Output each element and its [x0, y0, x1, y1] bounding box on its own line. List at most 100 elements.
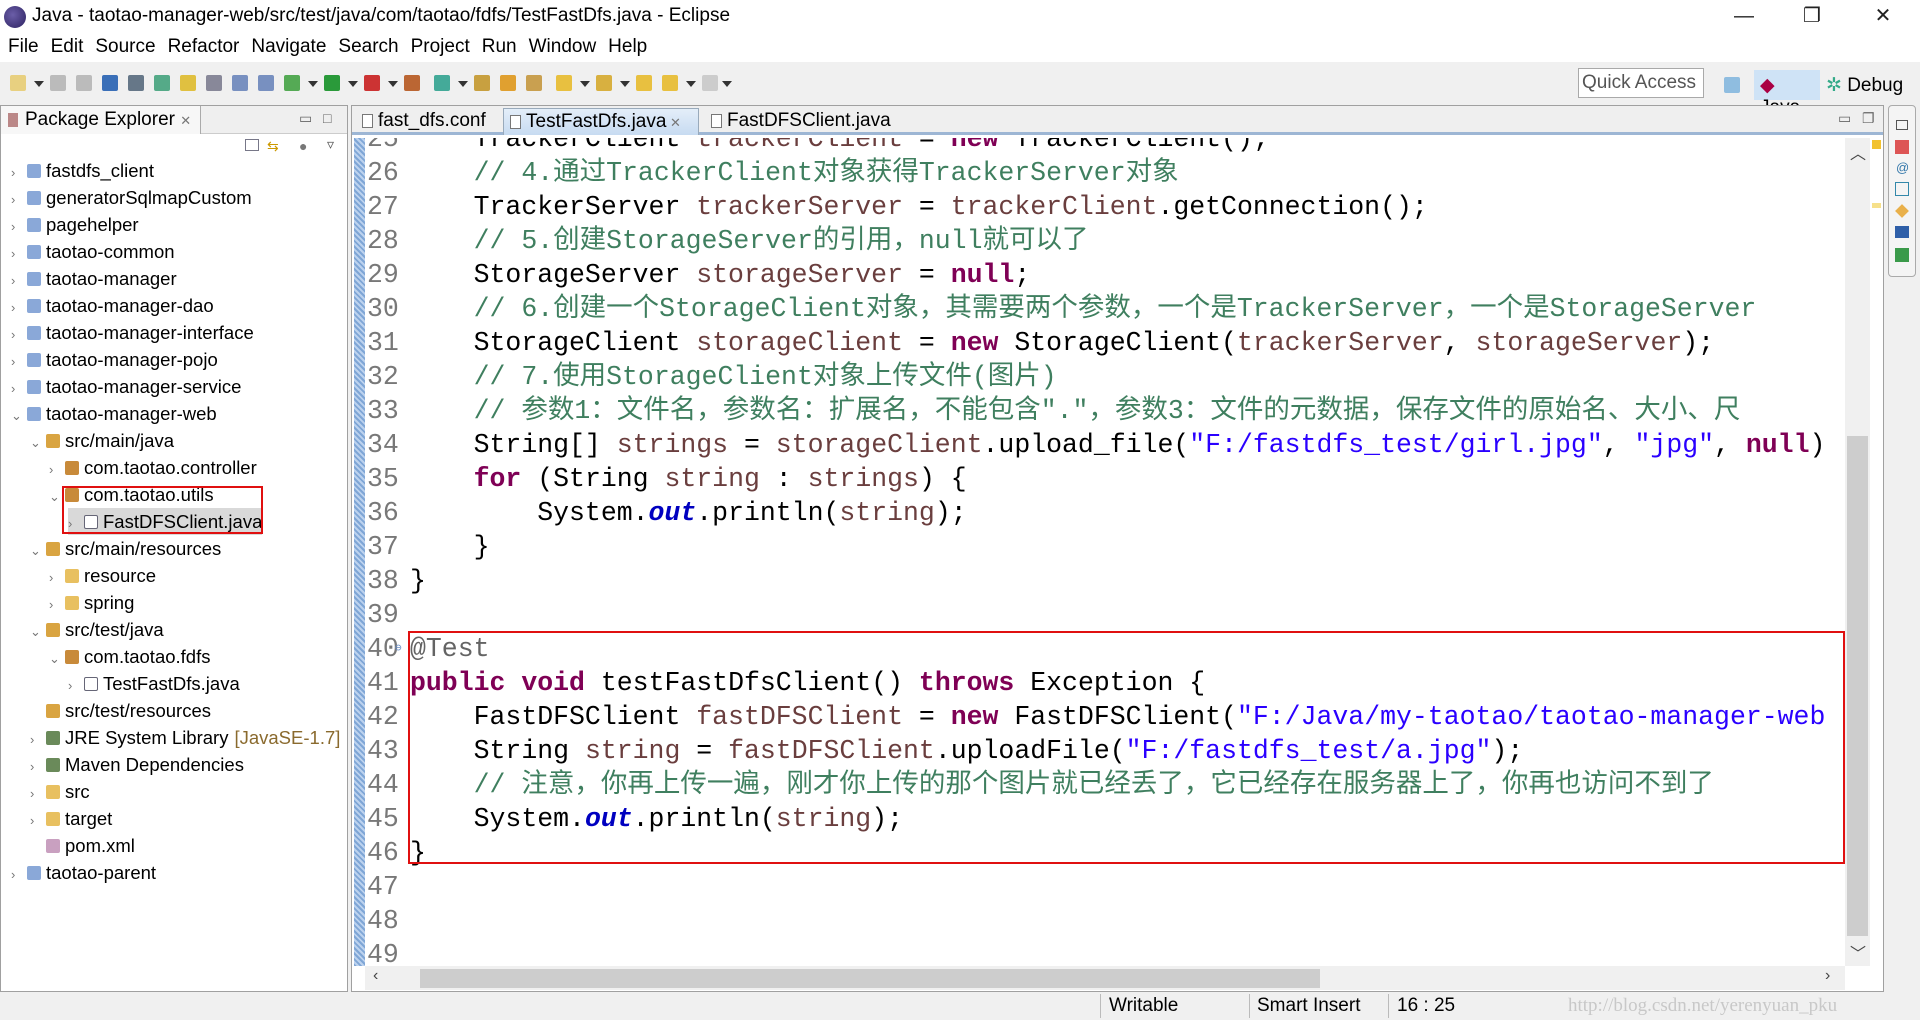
restore-button[interactable]: ❐ [1782, 0, 1842, 34]
search-view-icon[interactable] [1895, 204, 1909, 218]
open-file-icon[interactable] [500, 75, 516, 91]
open-perspective-icon[interactable] [1724, 77, 1740, 93]
tree-item[interactable]: › com.taotao.controller [49, 454, 257, 481]
overview-occurrence-marker[interactable] [1872, 203, 1881, 208]
chevron-right-icon[interactable]: › [49, 591, 65, 618]
dropdown-arrow-icon[interactable] [348, 81, 358, 87]
menu-navigate[interactable]: Navigate [245, 34, 332, 62]
minimize-editor-icon[interactable]: ▭ [1838, 110, 1851, 127]
tree-item[interactable]: › spring [49, 589, 134, 616]
fold-collapse-icon[interactable]: ⊖ [395, 632, 402, 666]
close-button[interactable]: ✕ [1853, 0, 1913, 34]
tree-item[interactable]: › JRE System Library [JavaSE-1.7] [30, 724, 340, 751]
dropdown-arrow-icon[interactable] [620, 81, 630, 87]
chevron-right-icon[interactable]: › [11, 321, 27, 348]
tree-item[interactable]: › src [30, 778, 90, 805]
open-type-icon[interactable] [154, 75, 170, 91]
task-icon[interactable] [232, 75, 248, 91]
code-line[interactable]: System.out.println(string); [410, 496, 966, 530]
javadoc-icon[interactable]: @ [1896, 160, 1909, 175]
dropdown-arrow-icon[interactable] [686, 81, 696, 87]
debug-perspective-button[interactable]: ✲ Debug [1826, 70, 1903, 97]
link-with-editor-icon[interactable]: ⇆ [267, 138, 279, 155]
chevron-right-icon[interactable]: › [11, 861, 27, 888]
pen-icon[interactable] [180, 75, 196, 91]
menu-run[interactable]: Run [476, 34, 523, 62]
chevron-right-icon[interactable]: › [11, 348, 27, 375]
dropdown-arrow-icon[interactable] [34, 81, 44, 87]
tree-item[interactable]: › TestFastDfs.java [68, 670, 240, 697]
tree-item[interactable]: › taotao-manager [11, 265, 177, 292]
tab-testfastdfs-java[interactable]: TestFastDfs.java ✕ [503, 108, 699, 135]
tree-item[interactable]: › Maven Dependencies [30, 751, 244, 778]
tree-item[interactable]: › generatorSqlmapCustom [11, 184, 252, 211]
chevron-right-icon[interactable]: › [11, 294, 27, 321]
overview-warning-marker[interactable] [1872, 140, 1881, 149]
chevron-down-icon[interactable]: ⌄ [30, 618, 46, 645]
save-icon[interactable] [50, 75, 66, 91]
last-edit-icon[interactable] [636, 75, 652, 91]
prev-annotation-icon[interactable] [596, 75, 612, 91]
horizontal-scrollbar[interactable]: ‹ › [365, 966, 1845, 990]
debug-icon[interactable] [284, 75, 300, 91]
code-line[interactable]: } [410, 564, 426, 598]
terminal-icon[interactable] [102, 75, 118, 91]
close-tab-icon[interactable]: ✕ [666, 115, 681, 130]
menu-edit[interactable]: Edit [45, 34, 90, 62]
code-line[interactable]: String[] strings = storageClient.upload_… [410, 428, 1826, 462]
dropdown-arrow-icon[interactable] [308, 81, 318, 87]
tab-fast-dfs-conf[interactable]: fast_dfs.conf [356, 108, 503, 135]
back-icon[interactable] [662, 75, 678, 91]
restore-icon[interactable] [1896, 120, 1908, 130]
junit-icon[interactable] [1895, 248, 1909, 262]
code-line[interactable]: // 5.创建StorageServer的引用，null就可以了 [410, 224, 1089, 258]
tab-fastdfsclient-java[interactable]: FastDFSClient.java [705, 108, 913, 135]
code-line[interactable]: // 7.使用StorageClient对象上传文件(图片) [410, 360, 1057, 394]
toggle-mark-icon[interactable] [128, 75, 144, 91]
tree-item[interactable]: › taotao-manager-dao [11, 292, 214, 319]
menu-source[interactable]: Source [89, 34, 161, 62]
tree-item[interactable]: › taotao-manager-interface [11, 319, 254, 346]
tree-item[interactable]: › taotao-manager-pojo [11, 346, 218, 373]
chevron-right-icon[interactable]: › [30, 807, 46, 834]
tree-item[interactable]: ⌄ taotao-manager-web [11, 400, 217, 427]
chevron-right-icon[interactable]: › [30, 726, 46, 753]
chevron-right-icon[interactable]: › [11, 159, 27, 186]
tree-item[interactable]: › pagehelper [11, 211, 139, 238]
tree-item[interactable]: ⌄ com.taotao.fdfs [49, 643, 210, 670]
code-line[interactable]: // 4.通过TrackerClient对象获得TrackerServer对象 [410, 156, 1179, 190]
new-icon[interactable] [10, 75, 26, 91]
tree-item[interactable]: › taotao-common [11, 238, 175, 265]
chevron-right-icon[interactable]: › [11, 240, 27, 267]
code-line[interactable]: TrackerClient trackerClient = new Tracke… [410, 138, 1269, 156]
dropdown-arrow-icon[interactable] [580, 81, 590, 87]
horizontal-scroll-thumb[interactable] [420, 969, 1320, 988]
chevron-right-icon[interactable]: › [49, 456, 65, 483]
tree-item[interactable]: › taotao-parent [11, 859, 156, 886]
code-line[interactable]: } [410, 530, 490, 564]
dropdown-arrow-icon[interactable] [458, 81, 468, 87]
java-perspective-button[interactable]: ◆ Java [1754, 70, 1820, 118]
scroll-right-icon[interactable]: › [1825, 967, 1830, 985]
menu-window[interactable]: Window [523, 34, 603, 62]
declaration-icon[interactable] [1895, 182, 1909, 196]
focus-icon[interactable]: ● [299, 138, 307, 154]
para-icon[interactable] [258, 75, 274, 91]
tree-item[interactable]: › taotao-manager-service [11, 373, 241, 400]
chevron-right-icon[interactable]: › [49, 564, 65, 591]
scroll-up-icon[interactable]: ︿ [1850, 140, 1866, 164]
quick-access-input[interactable]: Quick Access [1578, 68, 1704, 98]
chevron-right-icon[interactable]: › [30, 780, 46, 807]
scroll-left-icon[interactable]: ‹ [373, 967, 378, 985]
minimize-view-icon[interactable]: ▭ [299, 110, 312, 127]
chevron-right-icon[interactable]: › [11, 375, 27, 402]
open-folder-icon[interactable] [474, 75, 490, 91]
chevron-right-icon[interactable]: › [11, 186, 27, 213]
forward-icon[interactable] [702, 75, 718, 91]
dropdown-arrow-icon[interactable] [388, 81, 398, 87]
run-icon[interactable] [324, 75, 340, 91]
save-all-icon[interactable] [76, 75, 92, 91]
chevron-right-icon[interactable]: › [30, 753, 46, 780]
code-line[interactable]: StorageServer storageServer = null; [410, 258, 1031, 292]
chevron-down-icon[interactable]: ⌄ [30, 429, 46, 456]
